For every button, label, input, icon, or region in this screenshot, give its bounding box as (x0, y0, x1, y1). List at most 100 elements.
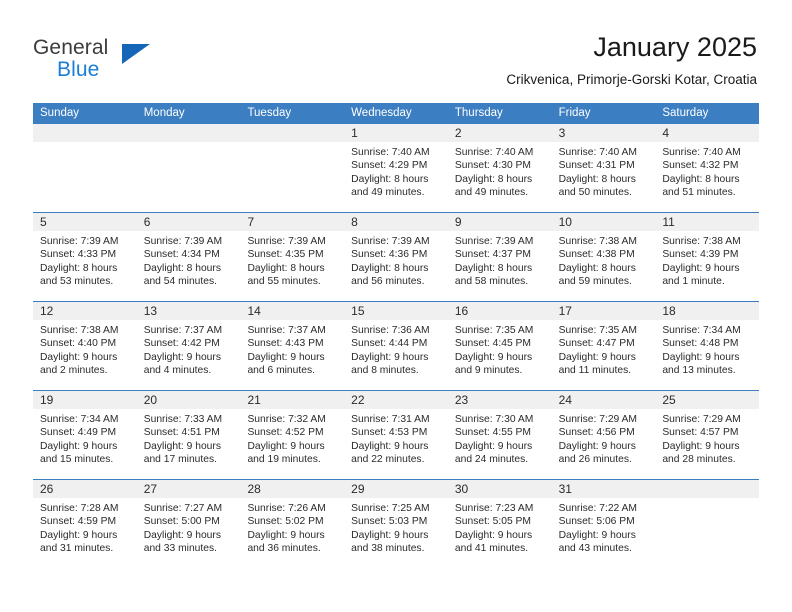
day-number: 25 (662, 393, 676, 407)
calendar-day-cell[interactable]: 10 Sunrise: 7:38 AM Sunset: 4:38 PM Dayligh… (551, 213, 656, 301)
day-number: 14 (247, 304, 261, 318)
daylight-text-line1: Daylight: 8 hours (662, 173, 740, 185)
sunrise-text: Sunrise: 7:35 AM (454, 325, 534, 336)
day-number: 27 (143, 482, 158, 496)
calendar-day-cell[interactable]: 4 Sunrise: 7:40 AM Sunset: 4:32 PM Daylight… (655, 124, 760, 212)
day-details: Sunrise: 7:38 AM Sunset: 4:40 PM Daylight:… (33, 320, 137, 378)
daylight-text-line2: and 6 minutes. (247, 365, 315, 377)
daylight-text-line2: and 17 minutes. (143, 454, 217, 466)
daylight-text-line2: and 51 minutes. (662, 187, 736, 199)
day-details: Sunrise: 7:39 AM Sunset: 4:35 PM Daylight:… (240, 231, 344, 289)
calendar-day-cell[interactable]: 8 Sunrise: 7:39 AM Sunset: 4:36 PM Daylight… (344, 213, 448, 301)
day-number-band: 2 (447, 124, 552, 142)
calendar-weeks: 1 Sunrise: 7:40 AM Sunset: 4:29 PM Daylight… (33, 124, 760, 568)
calendar-week-row: 19 Sunrise: 7:34 AM Sunset: 4:49 PM Dayligh… (33, 390, 760, 479)
day-number: 6 (143, 215, 151, 229)
day-details: Sunrise: 7:40 AM Sunset: 4:32 PM Daylight:… (655, 142, 759, 200)
daylight-text-line2: and 33 minutes. (143, 543, 217, 555)
calendar-day-cell[interactable]: 17 Sunrise: 7:35 AM Sunset: 4:47 PM Dayligh… (551, 302, 656, 390)
day-number-band: 29 (344, 480, 448, 498)
calendar-day-cell[interactable]: 12 Sunrise: 7:38 AM Sunset: 4:40 PM Dayligh… (33, 302, 137, 390)
day-number-band: 6 (136, 213, 241, 231)
calendar-week-row: 26 Sunrise: 7:28 AM Sunset: 4:59 PM Dayligh… (33, 479, 760, 568)
daylight-text-line1: Daylight: 9 hours (662, 351, 740, 363)
day-details: Sunrise: 7:40 AM Sunset: 4:29 PM Daylight:… (344, 142, 448, 200)
calendar-day-cell[interactable]: 13 Sunrise: 7:37 AM Sunset: 4:42 PM Dayligh… (136, 302, 241, 390)
day-number: 15 (351, 304, 365, 318)
calendar-day-cell[interactable]: 30 Sunrise: 7:23 AM Sunset: 5:05 PM Dayligh… (447, 480, 552, 568)
day-number-band: 22 (344, 391, 448, 409)
day-number: 28 (247, 482, 261, 496)
day-details: Sunrise: 7:38 AM Sunset: 4:38 PM Daylight:… (552, 231, 656, 289)
calendar-day-cell[interactable]: 2 Sunrise: 7:40 AM Sunset: 4:30 PM Daylight… (447, 124, 552, 212)
day-number-band: 30 (447, 480, 552, 498)
day-details (33, 142, 137, 146)
day-number: 20 (143, 393, 158, 407)
daylight-text-line2: and 4 minutes. (143, 365, 212, 377)
daylight-text-line1: Daylight: 9 hours (351, 351, 429, 363)
daylight-text-line1: Daylight: 9 hours (558, 529, 636, 541)
sunset-text: Sunset: 4:48 PM (662, 338, 739, 350)
daylight-text-line1: Daylight: 8 hours (351, 262, 429, 274)
daylight-text-line2: and 59 minutes. (558, 276, 632, 288)
day-number-band (136, 124, 241, 142)
brand-logo[interactable]: General Blue (33, 36, 173, 88)
calendar-day-cell[interactable]: 6 Sunrise: 7:39 AM Sunset: 4:34 PM Daylight… (136, 213, 241, 301)
day-number-band: 11 (655, 213, 760, 231)
calendar-day-cell[interactable]: 19 Sunrise: 7:34 AM Sunset: 4:49 PM Dayligh… (33, 391, 137, 479)
day-details: Sunrise: 7:39 AM Sunset: 4:34 PM Daylight:… (137, 231, 241, 289)
daylight-text-line2: and 41 minutes. (454, 543, 529, 555)
calendar-week-row: 12 Sunrise: 7:38 AM Sunset: 4:40 PM Dayligh… (33, 301, 760, 390)
daylight-text-line1: Daylight: 9 hours (454, 351, 533, 363)
calendar-day-cell[interactable]: 1 Sunrise: 7:40 AM Sunset: 4:29 PM Daylight… (344, 124, 448, 212)
calendar-day-cell[interactable]: 28 Sunrise: 7:26 AM Sunset: 5:02 PM Dayligh… (240, 480, 345, 568)
calendar-day-cell[interactable]: 26 Sunrise: 7:28 AM Sunset: 4:59 PM Dayligh… (33, 480, 137, 568)
day-number-band: 16 (447, 302, 552, 320)
page-title: January 2025 (593, 32, 757, 62)
day-number-band: 27 (136, 480, 241, 498)
calendar-day-cell[interactable]: 11 Sunrise: 7:38 AM Sunset: 4:39 PM Dayligh… (655, 213, 760, 301)
daylight-text-line1: Daylight: 9 hours (40, 440, 118, 452)
day-details (240, 142, 344, 146)
calendar-day-cell[interactable]: 24 Sunrise: 7:29 AM Sunset: 4:56 PM Dayligh… (551, 391, 656, 479)
calendar-day-cell[interactable]: 23 Sunrise: 7:30 AM Sunset: 4:55 PM Dayligh… (447, 391, 552, 479)
brand-name-blue: Blue (57, 58, 100, 81)
daylight-text-line1: Daylight: 8 hours (454, 262, 533, 274)
sunset-text: Sunset: 4:33 PM (40, 249, 117, 261)
calendar-day-cell[interactable]: 7 Sunrise: 7:39 AM Sunset: 4:35 PM Daylight… (240, 213, 345, 301)
calendar-day-cell[interactable]: 22 Sunrise: 7:31 AM Sunset: 4:53 PM Dayligh… (344, 391, 448, 479)
sunset-text: Sunset: 4:36 PM (351, 249, 428, 261)
day-number-band: 26 (33, 480, 137, 498)
calendar-day-cell[interactable]: 20 Sunrise: 7:33 AM Sunset: 4:51 PM Dayligh… (136, 391, 241, 479)
calendar-day-cell[interactable]: 25 Sunrise: 7:29 AM Sunset: 4:57 PM Dayligh… (655, 391, 760, 479)
calendar-day-cell[interactable]: 14 Sunrise: 7:37 AM Sunset: 4:43 PM Dayligh… (240, 302, 345, 390)
sunset-text: Sunset: 4:56 PM (558, 427, 635, 439)
day-details: Sunrise: 7:32 AM Sunset: 4:52 PM Daylight:… (240, 409, 344, 467)
day-number: 11 (662, 215, 675, 229)
calendar-day-cell[interactable]: 9 Sunrise: 7:39 AM Sunset: 4:37 PM Daylight… (447, 213, 552, 301)
day-number: 22 (351, 393, 365, 407)
daylight-text-line2: and 24 minutes. (454, 454, 529, 466)
day-of-week-wednesday: Wednesday (351, 107, 412, 119)
calendar-day-cell[interactable]: 27 Sunrise: 7:27 AM Sunset: 5:00 PM Dayligh… (136, 480, 241, 568)
calendar-day-cell[interactable]: 31 Sunrise: 7:22 AM Sunset: 5:06 PM Dayligh… (551, 480, 656, 568)
calendar-day-cell[interactable]: 21 Sunrise: 7:32 AM Sunset: 4:52 PM Dayligh… (240, 391, 345, 479)
daylight-text-line1: Daylight: 9 hours (351, 529, 429, 541)
daylight-text-line2: and 26 minutes. (558, 454, 632, 466)
calendar-day-cell[interactable]: 15 Sunrise: 7:36 AM Sunset: 4:44 PM Dayligh… (344, 302, 448, 390)
day-details: Sunrise: 7:27 AM Sunset: 5:00 PM Daylight:… (137, 498, 241, 556)
day-of-week-header-row: Sunday Monday Tuesday Wednesday Thursday Frid… (33, 103, 759, 124)
daylight-text-line1: Daylight: 9 hours (247, 440, 325, 452)
calendar-day-cell[interactable]: 3 Sunrise: 7:40 AM Sunset: 4:31 PM Daylight… (551, 124, 656, 212)
day-number-band: 7 (240, 213, 345, 231)
day-number: 26 (40, 482, 54, 496)
calendar-day-cell[interactable]: 5 Sunrise: 7:39 AM Sunset: 4:33 PM Daylight… (33, 213, 137, 301)
calendar-day-cell[interactable]: 29 Sunrise: 7:25 AM Sunset: 5:03 PM Dayligh… (344, 480, 448, 568)
daylight-text-line2: and 43 minutes. (558, 543, 632, 555)
day-number-band: 5 (33, 213, 137, 231)
calendar-day-cell[interactable]: 18 Sunrise: 7:34 AM Sunset: 4:48 PM Dayligh… (655, 302, 760, 390)
day-number-band: 3 (551, 124, 656, 142)
daylight-text-line1: Daylight: 8 hours (351, 173, 429, 185)
calendar-day-cell[interactable]: 16 Sunrise: 7:35 AM Sunset: 4:45 PM Dayligh… (447, 302, 552, 390)
day-number-band: 13 (136, 302, 241, 320)
